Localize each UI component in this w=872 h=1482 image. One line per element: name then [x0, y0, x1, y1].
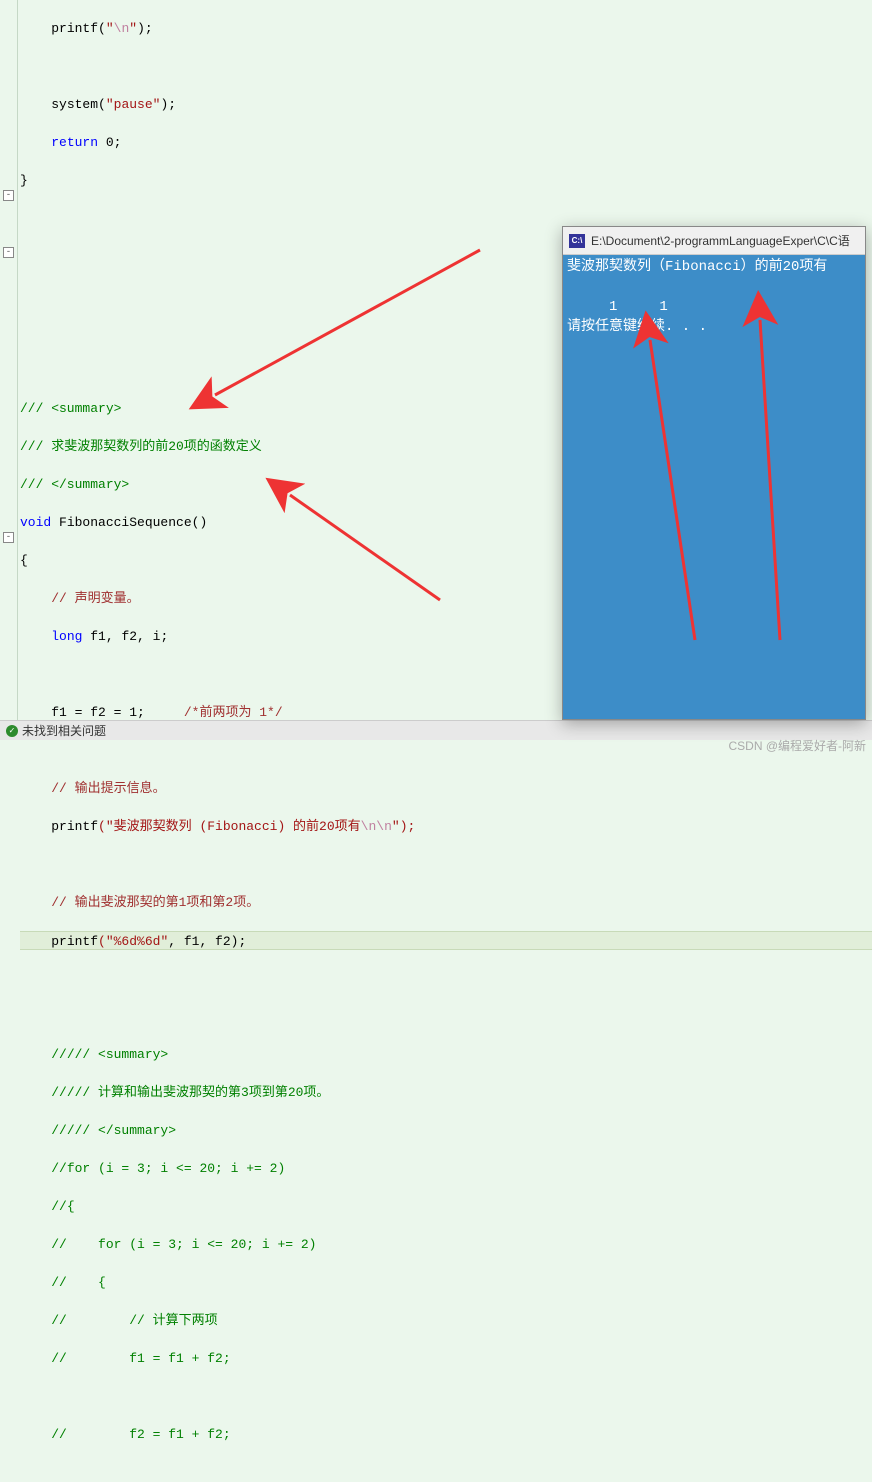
fold-toggle[interactable]: -	[3, 247, 14, 258]
comment-token: // {	[51, 1275, 106, 1290]
fold-toggle[interactable]: -	[3, 532, 14, 543]
comment-token: ///// 计算和输出斐波那契的第3项到第20项。	[51, 1085, 329, 1100]
comment-token: // // 计算下两项	[51, 1313, 217, 1328]
comment-token: // 声明变量。	[51, 591, 139, 606]
string-token: ");	[392, 819, 415, 834]
code-token: f1, f2, i;	[82, 629, 168, 644]
brace-token: {	[20, 553, 28, 568]
escape-token: \n	[114, 21, 130, 36]
console-line: 请按任意键继续. . .	[567, 319, 707, 335]
code-token: );	[137, 21, 153, 36]
comment-token: // f2 = f1 + f2;	[51, 1427, 230, 1442]
console-line: 斐波那契数列（Fibonacci）的前20项有	[567, 259, 827, 275]
console-title: E:\Document\2-programmLanguageExper\C\C语	[591, 232, 850, 249]
comment-token: // f1 = f1 + f2;	[51, 1351, 230, 1366]
console-body: 斐波那契数列（Fibonacci）的前20项有 1 1 请按任意键继续. . .	[563, 255, 865, 339]
console-titlebar[interactable]: C:\ E:\Document\2-programmLanguageExper\…	[563, 227, 865, 255]
console-icon: C:\	[569, 234, 585, 248]
comment-token: ///// <summary>	[51, 1047, 168, 1062]
string-token: "	[129, 21, 137, 36]
string-token: ("	[98, 819, 114, 834]
code-token: printf	[51, 819, 98, 834]
status-message: 未找到相关问题	[22, 722, 106, 739]
code-token: printf	[51, 934, 98, 949]
escape-token: \n\n	[361, 819, 392, 834]
code-token: (	[98, 21, 106, 36]
keyword-token: void	[20, 515, 51, 530]
code-token: system	[51, 97, 98, 112]
code-token: FibonacciSequence()	[51, 515, 207, 530]
code-token: printf	[51, 21, 98, 36]
code-token: , f1, f2);	[168, 934, 246, 949]
string-token: 斐波那契数列 (Fibonacci) 的前20项有	[114, 819, 361, 834]
console-window[interactable]: C:\ E:\Document\2-programmLanguageExper\…	[562, 226, 866, 720]
comment-token: /// </summary>	[20, 477, 129, 492]
status-ok-icon: ✓	[6, 725, 18, 737]
comment-token: ///// </summary>	[51, 1123, 176, 1138]
gutter: - - -	[0, 0, 18, 720]
code-token: f1 = f2 = 1;	[51, 705, 145, 720]
comment-token: // 输出斐波那契的第1项和第2项。	[51, 895, 259, 910]
watermark: CSDN @编程爱好者-阿新	[728, 737, 866, 754]
keyword-token: return	[51, 135, 98, 150]
comment-token: //for (i = 3; i <= 20; i += 2)	[51, 1161, 285, 1176]
comment-token: // 输出提示信息。	[51, 781, 165, 796]
comment-token: //{	[51, 1199, 74, 1214]
string-token: "pause"	[106, 97, 161, 112]
string-token: ("%6d%6d"	[98, 934, 168, 949]
brace-token: }	[20, 173, 28, 188]
string-token: "	[106, 21, 114, 36]
comment-token: /*前两项为 1*/	[145, 705, 283, 720]
comment-token: /// <summary>	[20, 401, 121, 416]
console-line: 1 1	[567, 299, 668, 315]
keyword-token: long	[51, 629, 82, 644]
comment-token: /// 求斐波那契数列的前20项的函数定义	[20, 439, 262, 454]
comment-token: // for (i = 3; i <= 20; i += 2)	[51, 1237, 316, 1252]
code-token: 0	[98, 135, 114, 150]
fold-toggle[interactable]: -	[3, 190, 14, 201]
